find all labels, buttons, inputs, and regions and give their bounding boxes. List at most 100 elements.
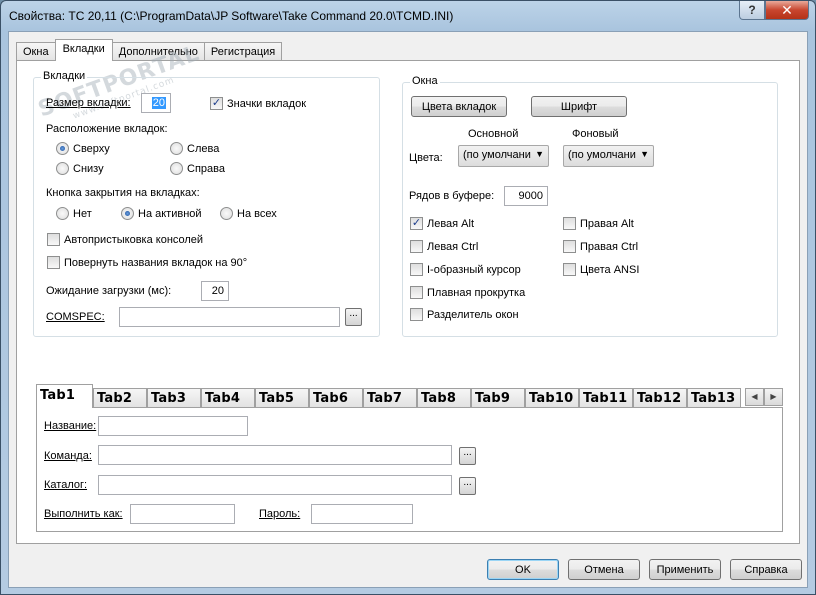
properties-dialog: Свойства: TC 20,11 (C:\ProgramData\JP So… (0, 0, 816, 595)
tab-def-12[interactable]: Tab12 (633, 388, 687, 408)
close-button-label: Кнопка закрытия на вкладках: (46, 187, 200, 199)
scroll-left-icon[interactable]: ◀ (745, 388, 764, 406)
radio-dot-icon (56, 162, 69, 175)
checkbox-empty-icon (47, 233, 60, 246)
password-label: Пароль: (259, 508, 301, 520)
radio-dot-icon (121, 207, 134, 220)
checkbox-empty-icon (410, 308, 423, 321)
scroll-right-icon[interactable]: ▶ (764, 388, 783, 406)
tab-windows[interactable]: Окна (16, 42, 56, 61)
check-icon: ✓ (210, 97, 223, 110)
main-tab-strip: Окна Вкладки Дополнительно Регистрация (16, 39, 283, 61)
caption-buttons: ? ✕ (739, 1, 809, 21)
position-left-radio[interactable]: Слева (170, 142, 219, 155)
checkbox-empty-icon (563, 240, 576, 253)
radio-dot-icon (220, 207, 233, 220)
tab-def-3[interactable]: Tab3 (147, 388, 201, 408)
left-alt-checkbox[interactable]: ✓ Левая Alt (410, 217, 474, 230)
window-title: Свойства: TC 20,11 (C:\ProgramData\JP So… (9, 9, 454, 23)
tab-def-13[interactable]: Tab13 (687, 388, 741, 408)
tab-def-2[interactable]: Tab2 (93, 388, 147, 408)
close-none-radio[interactable]: Нет (56, 207, 92, 220)
tab-def-8[interactable]: Tab8 (417, 388, 471, 408)
comspec-browse-button[interactable]: ... (345, 308, 362, 326)
chevron-down-icon: ▼ (640, 149, 649, 159)
window-splitter-checkbox[interactable]: Разделитель окон (410, 308, 519, 321)
cancel-button[interactable]: Отмена (568, 559, 640, 580)
font-button[interactable]: Шрифт (531, 96, 627, 117)
ansi-colors-checkbox[interactable]: Цвета ANSI (563, 263, 639, 276)
tab-command-label: Команда: (44, 450, 92, 462)
comspec-input[interactable] (119, 307, 340, 327)
background-color-header: Фоновый (572, 128, 619, 140)
tabs-page: SOFTPORTAL www.softportal.com Вкладки Ра… (16, 41, 800, 544)
right-alt-checkbox[interactable]: Правая Alt (563, 217, 634, 230)
tab-def-5[interactable]: Tab5 (255, 388, 309, 408)
apply-button[interactable]: Применить (649, 559, 721, 580)
checkbox-empty-icon (563, 217, 576, 230)
background-color-select[interactable]: (по умолчани ▼ (563, 145, 654, 167)
tab-tabs[interactable]: Вкладки (54, 39, 113, 61)
windows-group-title: Окна (410, 75, 440, 87)
tab-scroll-buttons: ◀ ▶ (745, 388, 783, 406)
tab-advanced[interactable]: Дополнительно (111, 42, 205, 61)
colors-label: Цвета: (409, 152, 443, 164)
tab-def-10[interactable]: Tab10 (525, 388, 579, 408)
left-ctrl-checkbox[interactable]: Левая Ctrl (410, 240, 478, 253)
tab-position-label: Расположение вкладок: (46, 123, 168, 135)
comspec-label: COMSPEC: (46, 311, 105, 323)
password-input[interactable] (311, 504, 413, 524)
tab-icons-checkbox[interactable]: ✓ Значки вкладок (210, 97, 306, 110)
radio-dot-icon (170, 142, 183, 155)
command-browse-button[interactable]: ... (459, 447, 476, 465)
primary-color-select[interactable]: (по умолчани ▼ (458, 145, 549, 167)
tab-def-7[interactable]: Tab7 (363, 388, 417, 408)
checkbox-empty-icon (410, 286, 423, 299)
radio-dot-icon (56, 142, 69, 155)
tab-def-4[interactable]: Tab4 (201, 388, 255, 408)
right-ctrl-checkbox[interactable]: Правая Ctrl (563, 240, 638, 253)
buffer-rows-input[interactable]: 9000 (504, 186, 548, 206)
tab-size-input[interactable]: 20 (141, 93, 171, 113)
run-as-input[interactable] (130, 504, 235, 524)
radio-dot-icon (170, 162, 183, 175)
buffer-rows-label: Рядов в буфере: (409, 190, 495, 202)
close-active-radio[interactable]: На активной (121, 207, 202, 220)
tab-def-11[interactable]: Tab11 (579, 388, 633, 408)
rotate-names-checkbox[interactable]: Повернуть названия вкладок на 90° (47, 256, 247, 269)
close-all-radio[interactable]: На всех (220, 207, 277, 220)
tab-definitions-strip: Tab1 Tab2 Tab3 Tab4 Tab5 Tab6 Tab7 Tab8 … (36, 384, 741, 408)
help-caption-button[interactable]: ? (739, 1, 765, 20)
tab-def-9[interactable]: Tab9 (471, 388, 525, 408)
position-bottom-radio[interactable]: Снизу (56, 162, 104, 175)
tab-registration[interactable]: Регистрация (203, 42, 283, 61)
tab-def-1[interactable]: Tab1 (36, 384, 93, 408)
radio-dot-icon (56, 207, 69, 220)
load-wait-input[interactable]: 20 (201, 281, 229, 301)
smooth-scroll-checkbox[interactable]: Плавная прокрутка (410, 286, 525, 299)
help-button[interactable]: Справка (730, 559, 802, 580)
dialog-client: Окна Вкладки Дополнительно Регистрация S… (8, 31, 808, 588)
position-right-radio[interactable]: Справа (170, 162, 225, 175)
checkbox-empty-icon (47, 256, 60, 269)
close-icon[interactable]: ✕ (765, 1, 809, 20)
checkbox-empty-icon (563, 263, 576, 276)
tab-colors-button[interactable]: Цвета вкладок (411, 96, 507, 117)
tab-directory-input[interactable] (98, 475, 452, 495)
tab-directory-label: Каталог: (44, 479, 88, 491)
position-top-radio[interactable]: Сверху (56, 142, 110, 155)
checkbox-empty-icon (410, 263, 423, 276)
tab-name-label: Название: (44, 420, 97, 432)
ibeam-cursor-checkbox[interactable]: I-образный курсор (410, 263, 521, 276)
autoattach-checkbox[interactable]: Автопристыковка консолей (47, 233, 203, 246)
load-wait-label: Ожидание загрузки (мс): (46, 285, 172, 297)
run-as-label: Выполнить как: (44, 508, 123, 520)
title-bar[interactable]: Свойства: TC 20,11 (C:\ProgramData\JP So… (1, 1, 815, 31)
tab-def-6[interactable]: Tab6 (309, 388, 363, 408)
ok-button[interactable]: OK (487, 559, 559, 580)
check-icon: ✓ (410, 217, 423, 230)
directory-browse-button[interactable]: ... (459, 477, 476, 495)
tab-name-input[interactable] (98, 416, 248, 436)
tab-size-label: Размер вкладки: (46, 97, 131, 109)
tab-command-input[interactable] (98, 445, 452, 465)
